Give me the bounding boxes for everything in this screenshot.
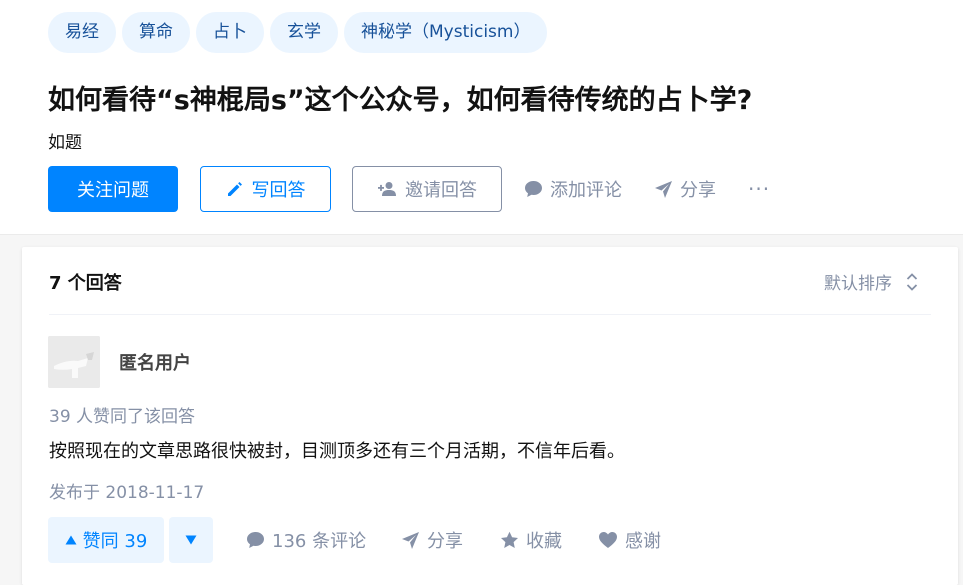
author-name[interactable]: 匿名用户 [119,349,191,375]
sort-label: 默认排序 [824,274,892,294]
invite-answer-button[interactable]: 邀请回答 [352,166,502,212]
collect-button[interactable]: 收藏 [500,517,562,563]
comments-button[interactable]: 136 条评论 [246,517,366,563]
topic-tag[interactable]: 玄学 [270,12,338,53]
follow-question-button[interactable]: 关注问题 [48,166,178,212]
answers-header: 7 个回答 默认排序 [22,247,958,315]
question-header: 易经 算命 占卜 玄学 神秘学（Mysticism） 如何看待“s神棍局s”这个… [0,0,963,235]
upvote-label: 赞同 39 [82,531,148,552]
topic-tag[interactable]: 算命 [122,12,190,53]
paper-plane-icon [401,531,420,550]
topic-tags: 易经 算命 占卜 玄学 神秘学（Mysticism） [48,12,548,53]
write-answer-button[interactable]: 写回答 [200,166,331,212]
invite-answer-label: 邀请回答 [405,180,477,201]
follow-question-label: 关注问题 [77,180,149,201]
write-answer-label: 写回答 [251,180,306,201]
thanks-button[interactable]: 感谢 [598,517,661,563]
share-question-label: 分享 [680,180,716,201]
answers-card: 7 个回答 默认排序 匿名用户 39 人赞同了该回答 按照现在的文章思路很快被封… [22,247,958,585]
paper-plane-icon [654,180,673,199]
triangle-down-icon [185,535,197,545]
share-answer-button[interactable]: 分享 [401,517,463,563]
pencil-icon [226,180,244,198]
avatar[interactable] [48,336,100,388]
header-divider [49,314,931,315]
add-comment-label: 添加评论 [550,180,622,201]
topic-tag[interactable]: 易经 [48,12,116,53]
heart-icon [598,531,618,549]
question-actions: 关注问题 写回答 邀请回答 添加评论 分享 ··· [48,166,948,212]
share-answer-label: 分享 [427,531,463,552]
question-title: 如何看待“s神棍局s”这个公众号，如何看待传统的占卜学? [48,85,753,116]
topic-tag[interactable]: 神秘学（Mysticism） [344,12,548,53]
publish-date[interactable]: 发布于 2018-11-17 [49,478,204,503]
sort-dropdown[interactable]: 默认排序 [824,269,918,294]
more-icon[interactable]: ··· [748,166,770,212]
answer-content: 按照现在的文章思路很快被封，目测顶多还有三个月活期，不信年后看。 [49,441,625,462]
add-comment-button[interactable]: 添加评论 [524,166,622,212]
answer-count: 7 个回答 [49,273,122,294]
share-question-button[interactable]: 分享 [654,166,716,212]
thanks-label: 感谢 [625,531,661,552]
collect-label: 收藏 [526,531,562,552]
downvote-button[interactable] [169,517,213,563]
sort-icon [906,272,918,292]
answer-actions: 赞同 39 136 条评论 分享 收藏 感谢 [48,517,928,563]
voters-count[interactable]: 39 人赞同了该回答 [49,402,195,427]
topic-tag[interactable]: 占卜 [196,12,264,53]
upvote-button[interactable]: 赞同 39 [48,517,164,563]
question-detail: 如题 [48,133,82,153]
triangle-up-icon [65,535,77,545]
add-user-icon [377,181,397,197]
comment-bubble-icon [246,531,265,549]
comments-label: 136 条评论 [272,531,367,552]
comment-bubble-icon [524,180,543,198]
star-icon [500,531,519,549]
